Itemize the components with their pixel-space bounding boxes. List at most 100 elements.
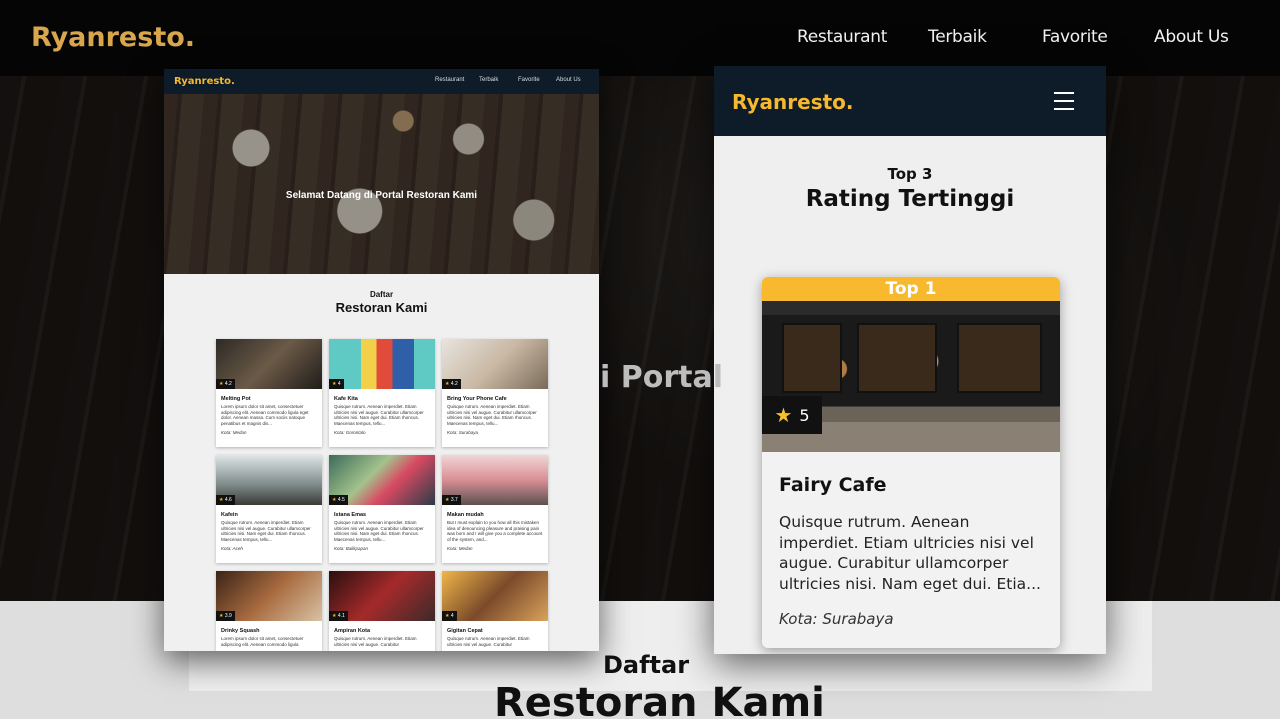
- section-title: Restoran Kami: [494, 680, 825, 719]
- rating-badge: ★ 5: [762, 396, 822, 434]
- restaurant-image: ★ 3.7: [442, 455, 548, 505]
- restaurant-desc: Quisque rutrum. Aenean imperdiet. Etiam …: [447, 404, 537, 426]
- rating-value: 5: [799, 405, 810, 425]
- restaurant-city: Kota: Surabaya: [779, 610, 894, 628]
- rating-value: 4.2: [450, 381, 458, 387]
- rating-badge: ★ 3.7: [442, 495, 461, 505]
- nav-restaurant[interactable]: Restaurant: [797, 27, 887, 47]
- top-rating-heading: Rating Tertinggi: [805, 186, 1015, 212]
- star-icon: ★: [445, 497, 450, 503]
- rating-value: 4: [337, 381, 341, 387]
- restaurant-desc: Quisque rutrum. Aenean imperdiet. Etiam …: [334, 636, 417, 647]
- desktop-hero: Selamat Datang di Portal Restoran Kami: [164, 94, 599, 274]
- top-restaurant-card[interactable]: Top 1 ★ 5 Fairy Cafe Quisque rutrum. Aen…: [762, 277, 1060, 648]
- hero-text-fragment: i Portal: [600, 360, 723, 395]
- restaurant-city: Kota: Surabaya: [447, 430, 479, 435]
- restaurant-name: Makan mudah: [447, 512, 484, 518]
- restaurant-city: Kota: Gorontalo: [334, 430, 366, 435]
- restaurant-image: ★ 4.2: [442, 339, 548, 389]
- star-icon: ★: [445, 381, 450, 387]
- rating-value: 4.5: [337, 497, 345, 503]
- restaurant-desc: Quisque rutrum. Aenean imperdiet. Etiam …: [779, 513, 1041, 593]
- section-subtitle: Daftar: [603, 651, 690, 679]
- rating-value: 4: [450, 613, 454, 619]
- restaurant-image: ★ 4.1: [329, 571, 435, 621]
- desktop-nav-restaurant[interactable]: Restaurant: [435, 77, 464, 83]
- desktop-nav-favorite[interactable]: Favorite: [518, 77, 540, 83]
- restaurant-image: ★ 4.5: [329, 455, 435, 505]
- star-icon: ★: [219, 613, 224, 619]
- restaurant-card[interactable]: ★ 4 Gigitan Cepat Quisque rutrum. Aenean…: [442, 571, 548, 651]
- rating-badge: ★ 4: [329, 379, 344, 389]
- restaurant-desc: Quisque rutrum. Aenean imperdiet. Etiam …: [447, 636, 530, 647]
- desktop-section-subtitle: Daftar: [369, 290, 394, 299]
- rating-value: 4.2: [224, 381, 232, 387]
- star-icon: ★: [774, 404, 793, 427]
- rating-value: 4.1: [337, 613, 345, 619]
- desktop-nav-terbaik[interactable]: Terbaik: [479, 77, 498, 83]
- restaurant-desc: Quisque rutrum. Aenean imperdiet. Etiam …: [334, 404, 424, 426]
- restaurant-name: Bring Your Phone Cafe: [447, 396, 507, 402]
- rating-badge: ★ 4.2: [216, 379, 235, 389]
- nav-favorite[interactable]: Favorite: [1042, 27, 1108, 47]
- restaurant-card[interactable]: ★ 4.5 Istana Emas Quisque rutrum. Aenean…: [329, 455, 435, 563]
- desktop-logo[interactable]: Ryanresto.: [174, 76, 235, 87]
- hamburger-menu-icon[interactable]: [1054, 92, 1074, 110]
- restaurant-image: ★ 3.9: [216, 571, 322, 621]
- restaurant-name: Drinky Squash: [221, 628, 260, 634]
- top-badge: Top 1: [762, 277, 1060, 301]
- restaurant-city: Kota: Medan: [447, 546, 473, 551]
- restaurant-card[interactable]: ★ 4.2 Melting Pot Lorem ipsum dolor sit …: [216, 339, 322, 447]
- restaurant-name: Ampiran Kota: [334, 628, 371, 634]
- star-icon: ★: [445, 613, 450, 619]
- restaurant-image: ★ 4.6: [216, 455, 322, 505]
- mobile-preview: Ryanresto. Top 3 Rating Tertinggi Top 1 …: [714, 66, 1106, 654]
- rating-badge: ★ 4.1: [329, 611, 348, 621]
- restaurant-desc: Quisque rutrum. Aenean imperdiet. Etiam …: [334, 520, 424, 542]
- restaurant-desc: But I must explain to you how all this m…: [447, 520, 543, 542]
- restaurant-grid: ★ 4.2 Melting Pot Lorem ipsum dolor sit …: [216, 339, 548, 651]
- star-icon: ★: [219, 497, 224, 503]
- rating-value: 3.7: [450, 497, 458, 503]
- restaurant-card[interactable]: ★ 4.2 Bring Your Phone Cafe Quisque rutr…: [442, 339, 548, 447]
- restaurant-card[interactable]: ★ 4 Kafe Kita Quisque rutrum. Aenean imp…: [329, 339, 435, 447]
- desktop-preview: Ryanresto. Restaurant Terbaik Favorite A…: [164, 69, 599, 651]
- mobile-logo[interactable]: Ryanresto.: [732, 90, 854, 114]
- restaurant-name: Fairy Cafe: [779, 474, 887, 496]
- restaurant-city: Kota: Balikpapan: [334, 546, 369, 551]
- restaurant-card[interactable]: ★ 4.6 Kafein Quisque rutrum. Aenean impe…: [216, 455, 322, 563]
- top-label: Top 3: [887, 165, 933, 183]
- restaurant-name: Istana Emas: [334, 512, 367, 518]
- restaurant-desc: Lorem ipsum dolor sit amet, consectetuer…: [221, 636, 304, 647]
- desktop-navbar: Ryanresto. Restaurant Terbaik Favorite A…: [164, 69, 599, 94]
- restaurant-card[interactable]: ★ 3.9 Drinky Squash Lorem ipsum dolor si…: [216, 571, 322, 651]
- restaurant-card[interactable]: ★ 3.7 Makan mudah But I must explain to …: [442, 455, 548, 563]
- restaurant-image: ★ 4: [329, 339, 435, 389]
- star-icon: ★: [332, 381, 337, 387]
- rating-value: 4.6: [224, 497, 232, 503]
- star-icon: ★: [332, 497, 337, 503]
- rating-badge: ★ 4.5: [329, 495, 348, 505]
- nav-terbaik[interactable]: Terbaik: [928, 27, 987, 47]
- restaurant-name: Kafe Kita: [334, 396, 358, 402]
- rating-badge: ★ 4: [442, 611, 457, 621]
- desktop-nav-about-us[interactable]: About Us: [556, 77, 581, 83]
- mobile-navbar: Ryanresto.: [714, 66, 1106, 136]
- restaurant-image: ★ 4: [442, 571, 548, 621]
- rating-badge: ★ 4.2: [442, 379, 461, 389]
- site-logo[interactable]: Ryanresto.: [31, 22, 195, 53]
- rating-value: 3.9: [224, 613, 232, 619]
- restaurant-card[interactable]: ★ 4.1 Ampiran Kota Quisque rutrum. Aenea…: [329, 571, 435, 651]
- star-icon: ★: [332, 613, 337, 619]
- restaurant-city: Kota: Aceh: [221, 546, 243, 551]
- star-icon: ★: [219, 381, 224, 387]
- desktop-hero-text: Selamat Datang di Portal Restoran Kami: [285, 190, 478, 201]
- nav-about-us[interactable]: About Us: [1154, 27, 1229, 47]
- restaurant-name: Melting Pot: [221, 396, 251, 402]
- restaurant-image: ★ 4.2: [216, 339, 322, 389]
- restaurant-desc: Quisque rutrum. Aenean imperdiet. Etiam …: [221, 520, 311, 542]
- restaurant-image: ★ 5: [762, 301, 1060, 452]
- main-navbar: Ryanresto. Restaurant Terbaik Favorite A…: [0, 0, 1280, 76]
- restaurant-name: Kafein: [221, 512, 238, 518]
- rating-badge: ★ 4.6: [216, 495, 235, 505]
